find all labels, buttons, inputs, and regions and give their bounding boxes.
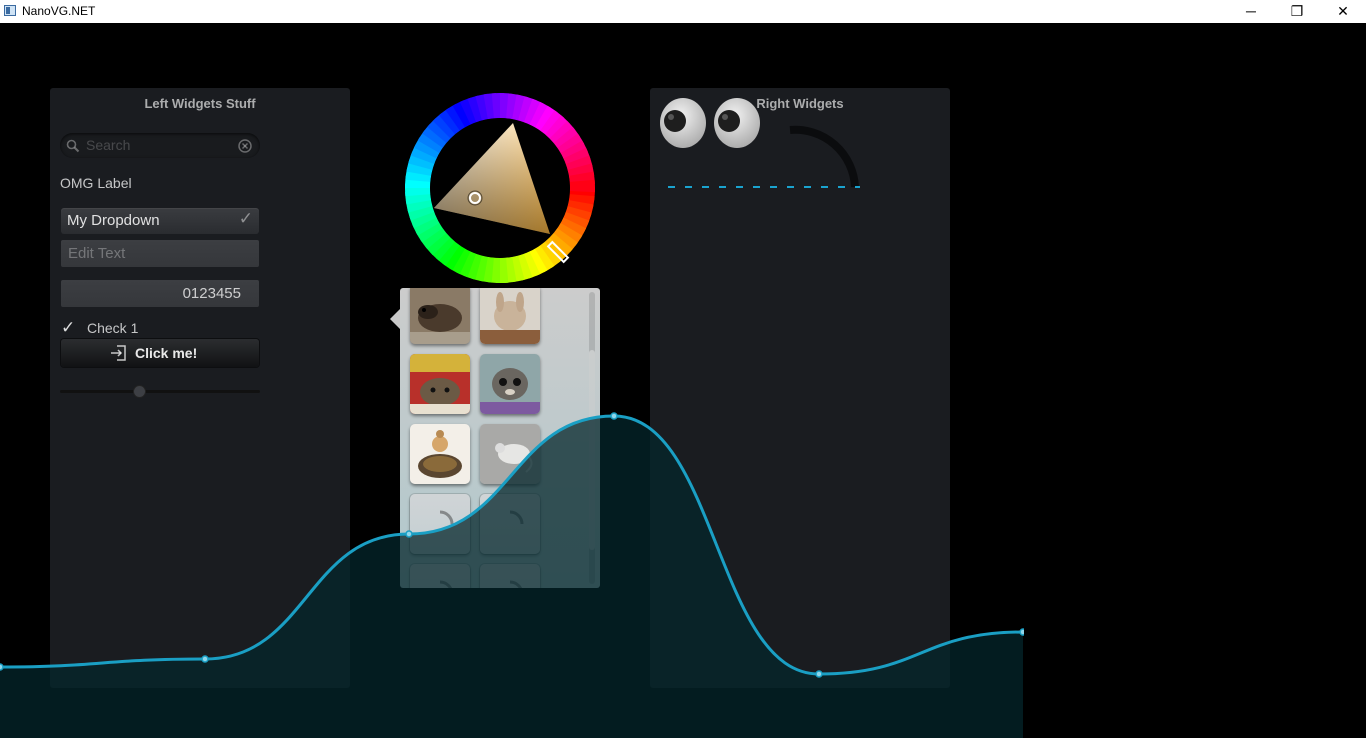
- maximize-button[interactable]: ❐: [1274, 0, 1320, 23]
- window-titlebar: NanoVG.NET ─ ❐ ✕: [0, 0, 1366, 23]
- graph-fill: [0, 416, 1023, 738]
- graph-point: [1019, 628, 1024, 636]
- window-title: NanoVG.NET: [22, 4, 96, 18]
- graph-point: [201, 655, 209, 663]
- minimize-button[interactable]: ─: [1228, 0, 1274, 23]
- app-icon: [4, 5, 16, 16]
- graph: [0, 412, 1024, 738]
- graph-point: [405, 530, 413, 538]
- graph-point: [0, 663, 4, 671]
- close-button[interactable]: ✕: [1320, 0, 1366, 23]
- graph-point: [815, 670, 823, 678]
- graph-point: [610, 412, 618, 420]
